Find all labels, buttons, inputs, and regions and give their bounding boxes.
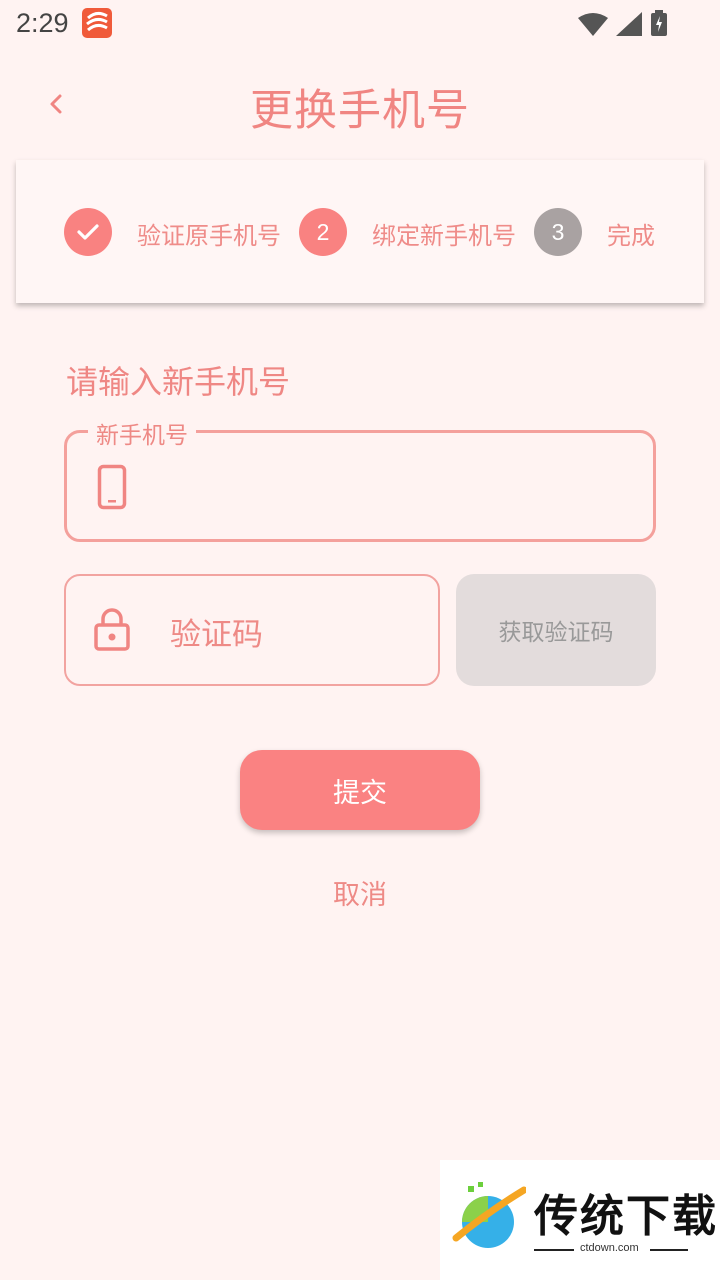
submit-button[interactable]: 提交 — [240, 750, 480, 830]
battery-icon — [651, 10, 667, 36]
watermark-url: ctdown.com — [580, 1242, 639, 1254]
step-3-label: 完成 — [607, 222, 655, 250]
wifi-icon — [578, 13, 608, 36]
watermark-text: 传统下载 — [534, 1191, 718, 1242]
app-notification-icon — [82, 8, 112, 38]
signal-icon — [616, 12, 642, 36]
step-2-number: 2 — [299, 208, 347, 256]
lock-icon — [94, 607, 130, 655]
step-1-check-icon — [64, 208, 112, 256]
header: 更换手机号 — [0, 60, 720, 150]
new-phone-label: 新手机号 — [88, 416, 196, 450]
step-3-number: 3 — [534, 208, 582, 256]
section-title: 请输入新手机号 — [66, 363, 291, 401]
status-bar: 2:29 — [0, 0, 720, 50]
step-1-label: 验证原手机号 — [137, 222, 281, 250]
step-2-label: 绑定新手机号 — [372, 222, 516, 250]
steps-card: 验证原手机号 2 绑定新手机号 3 完成 — [16, 160, 704, 303]
watermark: 传统下载 ctdown.com — [440, 1160, 720, 1280]
page-title: 更换手机号 — [250, 86, 470, 136]
status-time: 2:29 — [16, 8, 69, 38]
verification-code-placeholder: 验证码 — [170, 617, 263, 653]
watermark-logo-icon — [452, 1182, 526, 1248]
cancel-button[interactable]: 取消 — [300, 873, 420, 912]
phone-icon — [97, 464, 127, 514]
get-code-button[interactable]: 获取验证码 — [456, 574, 656, 686]
